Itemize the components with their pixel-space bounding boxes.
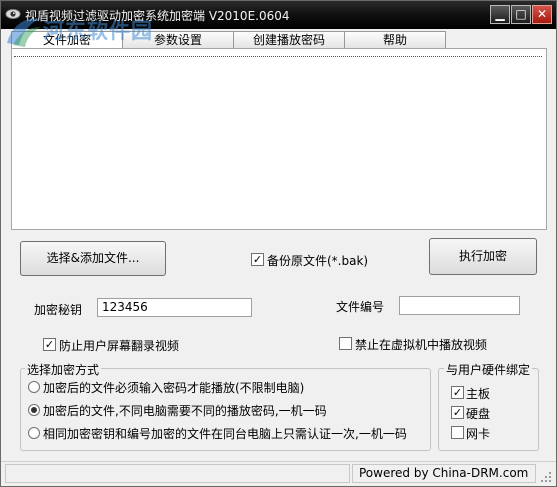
key-label: 加密秘钥 bbox=[34, 303, 83, 317]
check-icon: ✓ bbox=[252, 253, 263, 266]
backup-label: 备份原文件(*.bak) bbox=[267, 254, 369, 268]
close-button[interactable]: ✕ bbox=[532, 5, 552, 24]
select-add-files-button[interactable]: 选择&添加文件... bbox=[20, 241, 166, 276]
bind-motherboard-checkbox[interactable]: ✓ bbox=[451, 386, 464, 399]
bind-nic-label: 网卡 bbox=[466, 427, 491, 441]
minimize-button[interactable]: ▁ bbox=[490, 5, 510, 24]
tab-parameters[interactable]: 参数设置 bbox=[122, 31, 234, 48]
forbid-vm-checkbox[interactable] bbox=[339, 337, 352, 350]
maximize-icon: □ bbox=[515, 7, 527, 21]
prevent-recording-checkbox[interactable]: ✓ bbox=[43, 338, 56, 351]
mode-radio-per-machine[interactable] bbox=[28, 404, 40, 416]
encryption-mode-title: 选择加密方式 bbox=[25, 361, 102, 378]
main-window: 视盾视频过滤驱动加密系统加密端 V2010E.0604 ▁ □ ✕ 文件加密 参… bbox=[0, 0, 557, 487]
prevent-recording-label: 防止用户屏幕翻录视频 bbox=[59, 339, 180, 353]
check-icon: ✓ bbox=[452, 386, 463, 399]
forbid-vm-label: 禁止在虚拟机中播放视频 bbox=[355, 338, 488, 352]
eye-shield-app-icon bbox=[5, 9, 21, 19]
mode-radio-auth-once[interactable] bbox=[28, 427, 40, 439]
status-bar: Powered by China-DRM.com bbox=[1, 461, 556, 487]
minimize-icon: ▁ bbox=[495, 7, 505, 21]
execute-encrypt-button[interactable]: 执行加密 bbox=[429, 238, 537, 275]
button-label: 执行加密 bbox=[458, 249, 507, 263]
mode-radio-password[interactable] bbox=[28, 381, 40, 393]
tab-file-encrypt[interactable]: 文件加密 bbox=[11, 31, 123, 49]
window-title: 视盾视频过滤驱动加密系统加密端 V2010E.0604 bbox=[25, 9, 290, 23]
mode-option-label: 加密后的文件必须输入密码才能播放(不限制电脑) bbox=[43, 381, 305, 395]
check-icon: ✓ bbox=[44, 338, 55, 351]
tab-label: 文件加密 bbox=[42, 33, 91, 47]
list-focus-rect bbox=[14, 56, 542, 57]
status-cell-left bbox=[5, 464, 350, 483]
resize-grip-icon[interactable] bbox=[539, 470, 553, 484]
check-icon: ✓ bbox=[452, 406, 463, 419]
title-bar[interactable]: 视盾视频过滤驱动加密系统加密端 V2010E.0604 ▁ □ ✕ bbox=[1, 1, 556, 29]
bind-nic-checkbox[interactable] bbox=[451, 426, 464, 439]
maximize-button[interactable]: □ bbox=[511, 5, 531, 24]
button-label: 选择&添加文件... bbox=[46, 251, 140, 265]
mode-option-label: 相同加密密钥和编号加密的文件在同台电脑上只需认证一次,一机一码 bbox=[43, 427, 407, 441]
bind-harddisk-label: 硬盘 bbox=[466, 407, 491, 421]
tab-create-play-password[interactable]: 创建播放密码 bbox=[233, 31, 345, 48]
bind-harddisk-checkbox[interactable]: ✓ bbox=[451, 406, 464, 419]
tab-help[interactable]: 帮助 bbox=[344, 31, 446, 48]
close-icon: ✕ bbox=[536, 7, 548, 21]
mode-option-label: 加密后的文件,不同电脑需要不同的播放密码,一机一码 bbox=[43, 404, 327, 418]
file-list[interactable] bbox=[11, 48, 547, 230]
tab-label: 帮助 bbox=[382, 33, 407, 47]
radio-selected-dot bbox=[31, 407, 37, 413]
key-input[interactable]: 123456 bbox=[97, 298, 252, 317]
hardware-binding-title: 与用户硬件绑定 bbox=[444, 361, 533, 378]
backup-checkbox[interactable]: ✓ bbox=[251, 253, 264, 266]
bind-motherboard-label: 主板 bbox=[466, 387, 491, 401]
tab-label: 参数设置 bbox=[153, 33, 202, 47]
file-number-input[interactable] bbox=[399, 296, 520, 315]
powered-by-text: Powered by China-DRM.com bbox=[352, 464, 536, 483]
tab-label: 创建播放密码 bbox=[252, 33, 325, 47]
file-number-label: 文件编号 bbox=[336, 300, 385, 314]
